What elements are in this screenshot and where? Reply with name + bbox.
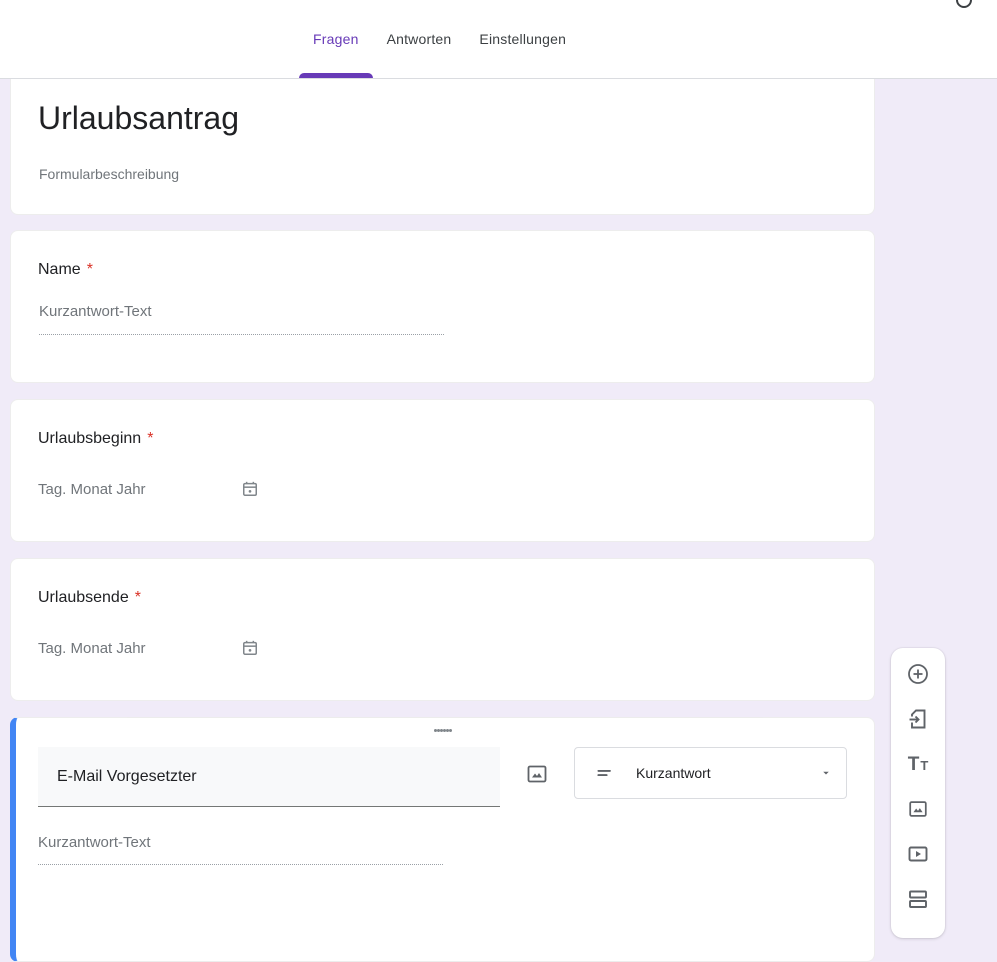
question-label: Name * (38, 261, 93, 279)
active-question-card[interactable]: E-Mail Vorgesetzter Kurzantwort Kurzantw… (10, 717, 875, 962)
tab-antworten[interactable]: Antworten (373, 0, 466, 78)
question-label: Urlaubsbeginn * (38, 430, 153, 448)
date-answer-row: Tag. Monat Jahr (38, 481, 257, 498)
date-answer-row: Tag. Monat Jahr (38, 640, 257, 657)
question-label-text: Name (38, 261, 81, 278)
short-answer-icon (595, 763, 615, 783)
question-title-value: E-Mail Vorgesetzter (57, 767, 197, 785)
add-image-button[interactable] (905, 796, 931, 822)
chevron-down-icon (820, 767, 832, 779)
question-type-dropdown[interactable]: Kurzantwort (574, 747, 847, 799)
drag-handle-icon[interactable] (434, 729, 452, 739)
section-icon (906, 887, 930, 911)
app-header: Fragen Antworten Einstellungen (0, 0, 997, 79)
date-placeholder: Tag. Monat Jahr (38, 481, 146, 498)
question-label-text: Urlaubsende (38, 589, 129, 606)
question-card-urlaubsbeginn[interactable]: Urlaubsbeginn * Tag. Monat Jahr (10, 399, 875, 542)
add-title-and-description-button[interactable]: TT (905, 751, 931, 777)
form-title[interactable]: Urlaubsantrag (38, 97, 239, 139)
plus-circle-icon (906, 662, 930, 686)
short-answer-placeholder: Kurzantwort-Text (38, 834, 443, 865)
question-card-name[interactable]: Name * Kurzantwort-Text (10, 230, 875, 383)
required-asterisk: * (147, 430, 154, 447)
active-tab-indicator (299, 73, 373, 78)
add-video-button[interactable] (905, 841, 931, 867)
required-asterisk: * (134, 589, 141, 606)
image-icon (907, 798, 929, 820)
video-icon (906, 842, 930, 866)
tab-fragen-label: Fragen (313, 31, 359, 47)
required-asterisk: * (86, 261, 93, 278)
text-icon: TT (907, 753, 929, 775)
calendar-icon (240, 479, 260, 499)
add-image-to-question-button[interactable] (523, 760, 551, 788)
question-label-text: Urlaubsbeginn (38, 430, 142, 447)
add-section-button[interactable] (905, 886, 931, 912)
question-card-urlaubsende[interactable]: Urlaubsende * Tag. Monat Jahr (10, 558, 875, 701)
form-tabs: Fragen Antworten Einstellungen (299, 0, 580, 78)
add-question-button[interactable] (905, 661, 931, 687)
import-questions-button[interactable] (905, 706, 931, 732)
image-icon (525, 762, 549, 786)
question-toolbar: TT (891, 648, 945, 938)
calendar-icon (240, 638, 260, 658)
tab-einstellungen-label: Einstellungen (479, 31, 567, 47)
question-label: Urlaubsende * (38, 589, 141, 607)
tab-fragen[interactable]: Fragen (299, 0, 373, 78)
header-action-icon-partial[interactable] (956, 0, 973, 9)
tab-antworten-label: Antworten (386, 31, 452, 47)
short-answer-placeholder: Kurzantwort-Text (39, 303, 444, 335)
tab-einstellungen[interactable]: Einstellungen (465, 0, 580, 78)
question-title-input[interactable]: E-Mail Vorgesetzter (38, 747, 500, 807)
circle-icon (956, 0, 972, 8)
form-title-card[interactable]: Urlaubsantrag Formularbeschreibung (10, 79, 875, 215)
import-questions-icon (906, 707, 930, 731)
date-placeholder: Tag. Monat Jahr (38, 640, 146, 657)
question-type-label: Kurzantwort (636, 765, 711, 781)
form-description[interactable]: Formularbeschreibung (39, 166, 179, 182)
